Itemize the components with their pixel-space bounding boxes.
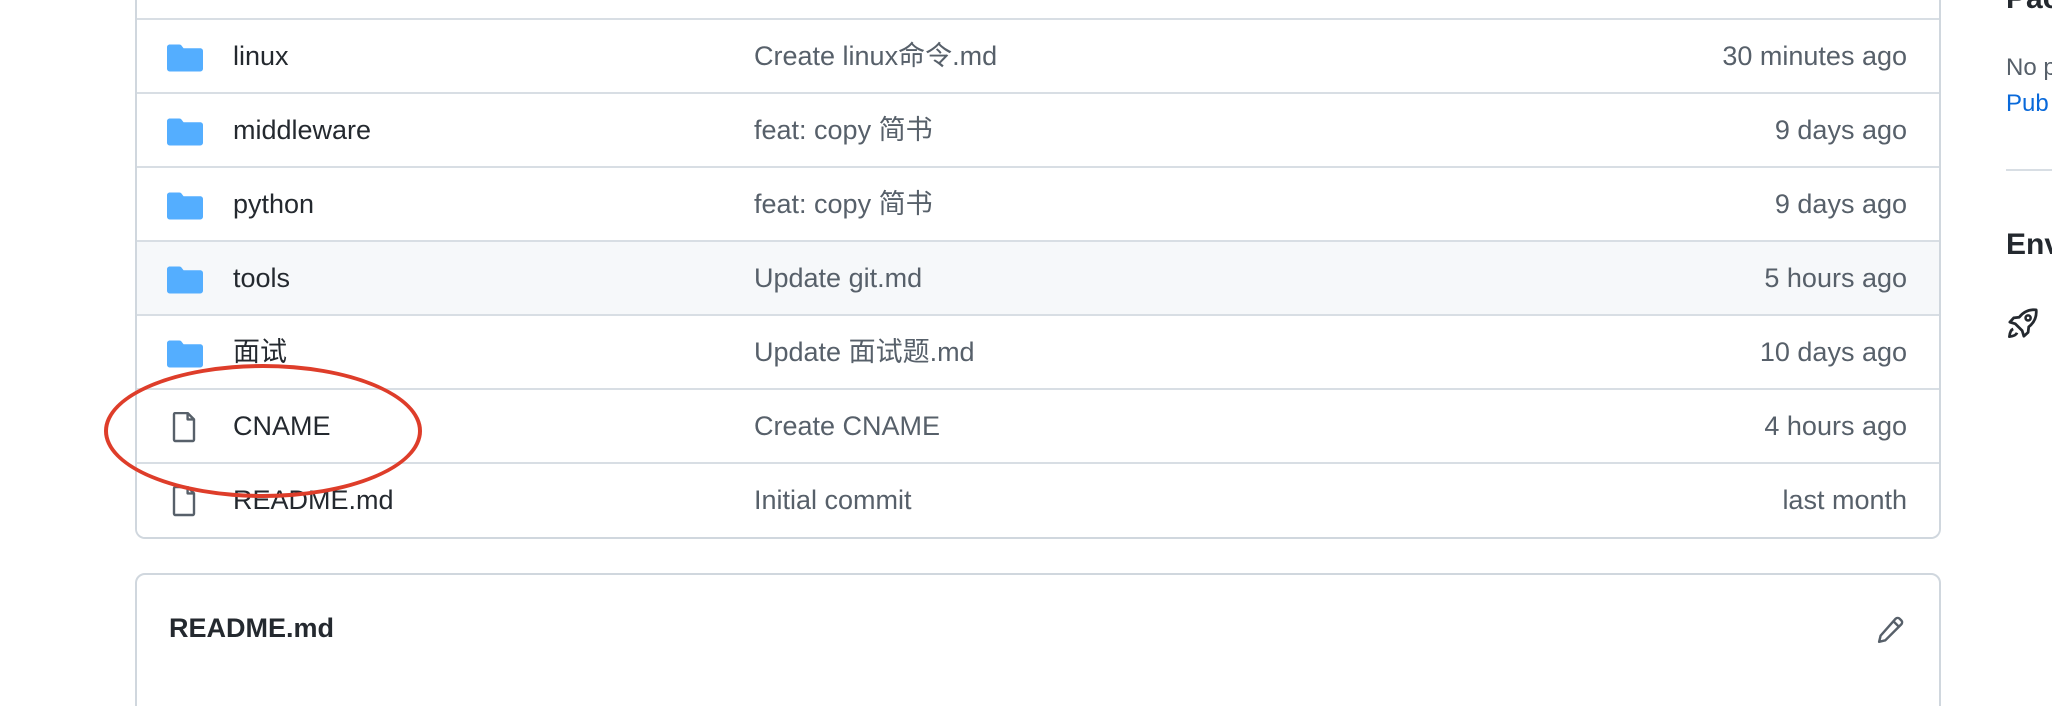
file-row-linux[interactable]: linux Create linux命令.md 30 minutes ago bbox=[137, 20, 1939, 94]
commit-time: 9 days ago bbox=[1774, 189, 1907, 219]
commit-message-link[interactable]: Create CNAME bbox=[754, 390, 940, 462]
folder-icon bbox=[167, 266, 203, 294]
file-name-link[interactable]: middleware bbox=[233, 94, 371, 166]
file-row-cname[interactable]: CNAME Create CNAME 4 hours ago bbox=[137, 390, 1939, 464]
folder-icon bbox=[167, 44, 203, 72]
file-row-python[interactable]: python feat: copy 简书 9 days ago bbox=[137, 168, 1939, 242]
file-name-link[interactable]: linux bbox=[233, 20, 289, 92]
rocket-icon[interactable] bbox=[2006, 306, 2040, 340]
file-name-link[interactable]: tools bbox=[233, 242, 290, 314]
no-packages-text: No p bbox=[2006, 54, 2052, 81]
commit-message-link[interactable]: Update 面试题.md bbox=[754, 316, 975, 388]
commit-message-link[interactable]: feat: copy 简书 bbox=[754, 168, 933, 240]
file-row-interview[interactable]: 面试 Update 面试题.md 10 days ago bbox=[137, 316, 1939, 390]
environments-heading: Env bbox=[2006, 228, 2052, 261]
file-icon bbox=[171, 486, 197, 518]
commit-time: last month bbox=[1782, 485, 1907, 515]
commit-message-link[interactable]: Create linux命令.md bbox=[754, 20, 997, 92]
previous-row-edge bbox=[137, 0, 1939, 20]
file-name-link[interactable]: README.md bbox=[233, 464, 394, 536]
file-name-link[interactable]: python bbox=[233, 168, 314, 240]
file-icon bbox=[171, 412, 197, 444]
commit-time: 4 hours ago bbox=[1764, 411, 1907, 441]
sidebar-divider bbox=[2006, 169, 2052, 171]
commit-time: 30 minutes ago bbox=[1722, 41, 1907, 71]
commit-time: 10 days ago bbox=[1759, 337, 1907, 367]
commit-time: 5 hours ago bbox=[1764, 263, 1907, 293]
file-name-link[interactable]: CNAME bbox=[233, 390, 331, 462]
pencil-icon[interactable] bbox=[1875, 615, 1905, 645]
commit-message-link[interactable]: feat: copy 简书 bbox=[754, 94, 933, 166]
page: linux Create linux命令.md 30 minutes ago m… bbox=[0, 0, 2052, 706]
file-row-readme[interactable]: README.md Initial commit last month bbox=[137, 464, 1939, 537]
folder-icon bbox=[167, 192, 203, 220]
commit-time: 9 days ago bbox=[1774, 115, 1907, 145]
folder-icon bbox=[167, 340, 203, 368]
folder-icon bbox=[167, 118, 203, 146]
file-list: linux Create linux命令.md 30 minutes ago m… bbox=[135, 0, 1941, 539]
readme-panel: README.md bbox=[135, 573, 1941, 706]
packages-heading: Pac bbox=[2006, 0, 2052, 16]
right-sidebar: Pac No p Pub Env bbox=[2006, 0, 2052, 706]
readme-title: README.md bbox=[169, 613, 335, 643]
file-row-tools[interactable]: tools Update git.md 5 hours ago bbox=[137, 242, 1939, 316]
publish-package-link[interactable]: Pub bbox=[2006, 90, 2049, 118]
commit-message-link[interactable]: Update git.md bbox=[754, 242, 922, 314]
file-name-link[interactable]: 面试 bbox=[233, 316, 287, 388]
commit-message-link[interactable]: Initial commit bbox=[754, 464, 912, 536]
file-row-middleware[interactable]: middleware feat: copy 简书 9 days ago bbox=[137, 94, 1939, 168]
